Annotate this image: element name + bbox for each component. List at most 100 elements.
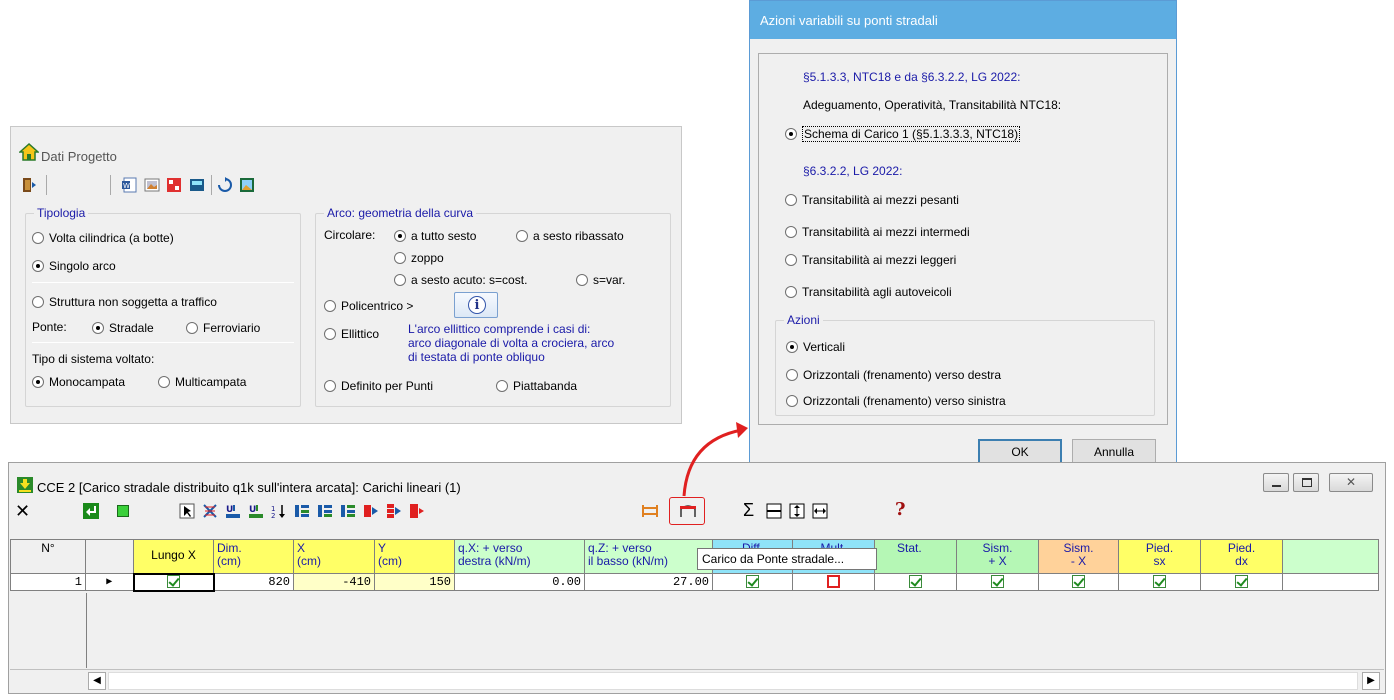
multicampata-radio[interactable]: Multicampata	[158, 374, 246, 389]
ponte-ferroviario-icon[interactable]	[641, 503, 659, 519]
insert-down-icon[interactable]: U	[248, 503, 264, 519]
cell-pied-dx[interactable]	[1200, 573, 1283, 591]
schema-carico-1-radio[interactable]: Schema di Carico 1 (§5.1.3.3.3, NTC18)	[785, 125, 1021, 142]
scroll-left-icon[interactable]: ◀	[88, 672, 106, 690]
download-arrow-icon	[17, 477, 33, 493]
col-y[interactable]: Y (cm)	[374, 539, 455, 574]
row-insert-icon[interactable]	[294, 503, 310, 519]
leggeri-radio[interactable]: Transitabilità ai mezzi leggeri	[785, 252, 956, 267]
col-lungo-x[interactable]: Lungo X	[133, 539, 214, 574]
col-qz[interactable]: q.Z: + verso il basso (kN/m)	[584, 539, 713, 574]
col-dim[interactable]: Dim. (cm)	[213, 539, 294, 574]
cell-lungo-x[interactable]	[132, 572, 215, 592]
cell-y[interactable]: 150	[374, 573, 455, 591]
cell-sism-minus[interactable]	[1038, 573, 1119, 591]
col-pied-sx[interactable]: Pied. sx	[1118, 539, 1201, 574]
non-traffico-radio[interactable]: Struttura non soggetta a traffico	[32, 294, 217, 309]
enter-icon[interactable]	[83, 503, 99, 519]
cell-qx[interactable]: 0.00	[454, 573, 585, 591]
orizz-destra-radio[interactable]: Orizzontali (frenamento) verso destra	[786, 367, 1001, 382]
row-move-icon[interactable]	[363, 503, 379, 519]
col-x[interactable]: X (cm)	[293, 539, 375, 574]
col-sism-plus[interactable]: Sism. + X	[956, 539, 1039, 574]
row-export-icon[interactable]	[409, 503, 425, 519]
picture-icon[interactable]	[239, 177, 255, 193]
cell-mult[interactable]	[792, 573, 875, 591]
cell-diff[interactable]	[712, 573, 793, 591]
delete-rows-icon[interactable]	[202, 503, 218, 519]
checkbox-checked[interactable]	[167, 575, 180, 589]
split-horizontal-icon[interactable]	[766, 503, 782, 519]
ellittico-radio[interactable]: Ellittico	[324, 326, 379, 341]
checkbox-checked[interactable]	[1153, 575, 1166, 589]
definito-punti-radio[interactable]: Definito per Punti	[324, 378, 433, 393]
close-window-button[interactable]: ✕	[1329, 473, 1373, 492]
fit-width-icon[interactable]	[812, 503, 828, 519]
rows-move-icon[interactable]	[386, 503, 402, 519]
restore-button[interactable]	[1293, 473, 1319, 492]
col-n[interactable]: N°	[10, 539, 86, 574]
ferroviario-radio[interactable]: Ferroviario	[186, 320, 260, 335]
checkbox-unchecked[interactable]	[827, 575, 840, 589]
grid-chart-icon[interactable]	[166, 177, 182, 193]
cell-stat[interactable]	[874, 573, 957, 591]
ponte-stradale-tooltip: Carico da Ponte stradale...	[697, 548, 877, 570]
table-row[interactable]: 1 ▶ 820 -410 150 0.00 27.00	[10, 572, 1379, 592]
stradale-radio[interactable]: Stradale	[92, 320, 154, 335]
select-cursor-icon[interactable]	[179, 503, 195, 519]
svar-radio[interactable]: s=var.	[576, 272, 625, 287]
cell-qz[interactable]: 27.00	[584, 573, 713, 591]
col-stat[interactable]: Stat.	[874, 539, 957, 574]
acuto-radio[interactable]: a sesto acuto: s=cost.	[394, 272, 527, 287]
pesanti-radio[interactable]: Transitabilità ai mezzi pesanti	[785, 192, 959, 207]
col-qx[interactable]: q.X: + verso destra (kN/m)	[454, 539, 585, 574]
checkbox-checked[interactable]	[1072, 575, 1085, 589]
checkbox-checked[interactable]	[746, 575, 759, 589]
cell-n[interactable]: 1	[10, 573, 86, 591]
scrollbar-track[interactable]	[108, 672, 1358, 690]
policentrico-info-button[interactable]: i	[454, 292, 498, 318]
piattabanda-radio[interactable]: Piattabanda	[496, 378, 577, 393]
image-icon[interactable]	[144, 177, 160, 193]
row-duplicate-icon[interactable]	[340, 503, 356, 519]
arco-geometria-group: Arco: geometria della curva Circolare: a…	[315, 206, 671, 407]
checkbox-checked[interactable]	[991, 575, 1004, 589]
checkbox-checked[interactable]	[1235, 575, 1248, 589]
scroll-right-icon[interactable]: ▶	[1362, 672, 1380, 690]
horizontal-scrollbar[interactable]: ◀ ▶	[10, 669, 1384, 691]
sistema-label: Tipo di sistema voltato:	[32, 352, 155, 366]
col-sism-minus[interactable]: Sism. - X	[1038, 539, 1119, 574]
cell-x[interactable]: -410	[293, 573, 375, 591]
zoppo-radio[interactable]: zoppo	[394, 250, 444, 265]
calculator-icon[interactable]	[189, 177, 205, 193]
dati-progetto-window: Dati Progetto W Tipologia Volta cilindri…	[10, 126, 682, 424]
sort-icon[interactable]: 12	[271, 503, 287, 519]
minimize-button[interactable]	[1263, 473, 1289, 492]
col-pied-dx[interactable]: Pied. dx	[1200, 539, 1283, 574]
cell-sism-plus[interactable]	[956, 573, 1039, 591]
insert-up-icon[interactable]: U	[225, 503, 241, 519]
row-append-icon[interactable]	[317, 503, 333, 519]
col-filler	[1282, 539, 1379, 574]
ribassato-radio[interactable]: a sesto ribassato	[516, 228, 624, 243]
ref-ntc18: §5.1.3.3, NTC18 e da §6.3.2.2, LG 2022:	[803, 70, 1021, 84]
autoveicoli-radio[interactable]: Transitabilità agli autoveicoli	[785, 284, 952, 299]
help-icon[interactable]: ?	[895, 499, 906, 520]
checkbox-checked[interactable]	[909, 575, 922, 589]
close-x-icon[interactable]: ✕	[15, 502, 30, 520]
cell-dim[interactable]: 820	[213, 573, 294, 591]
fit-height-icon[interactable]	[789, 503, 805, 519]
policentrico-radio[interactable]: Policentrico >	[324, 298, 413, 313]
singolo-arco-radio[interactable]: Singolo arco	[32, 258, 116, 273]
verticali-radio[interactable]: Verticali	[786, 339, 845, 354]
tutto-sesto-radio[interactable]: a tutto sesto	[394, 228, 476, 243]
orizz-sinistra-radio[interactable]: Orizzontali (frenamento) verso sinistra	[786, 393, 1006, 408]
exit-door-icon[interactable]	[21, 177, 37, 193]
cell-pied-sx[interactable]	[1118, 573, 1201, 591]
intermedi-radio[interactable]: Transitabilità ai mezzi intermedi	[785, 224, 970, 239]
volta-radio[interactable]: Volta cilindrica (a botte)	[32, 230, 174, 245]
refresh-icon[interactable]	[217, 177, 233, 193]
word-doc-icon[interactable]: W	[121, 177, 137, 193]
green-square-icon[interactable]	[117, 505, 129, 517]
monocampata-radio[interactable]: Monocampata	[32, 374, 125, 389]
